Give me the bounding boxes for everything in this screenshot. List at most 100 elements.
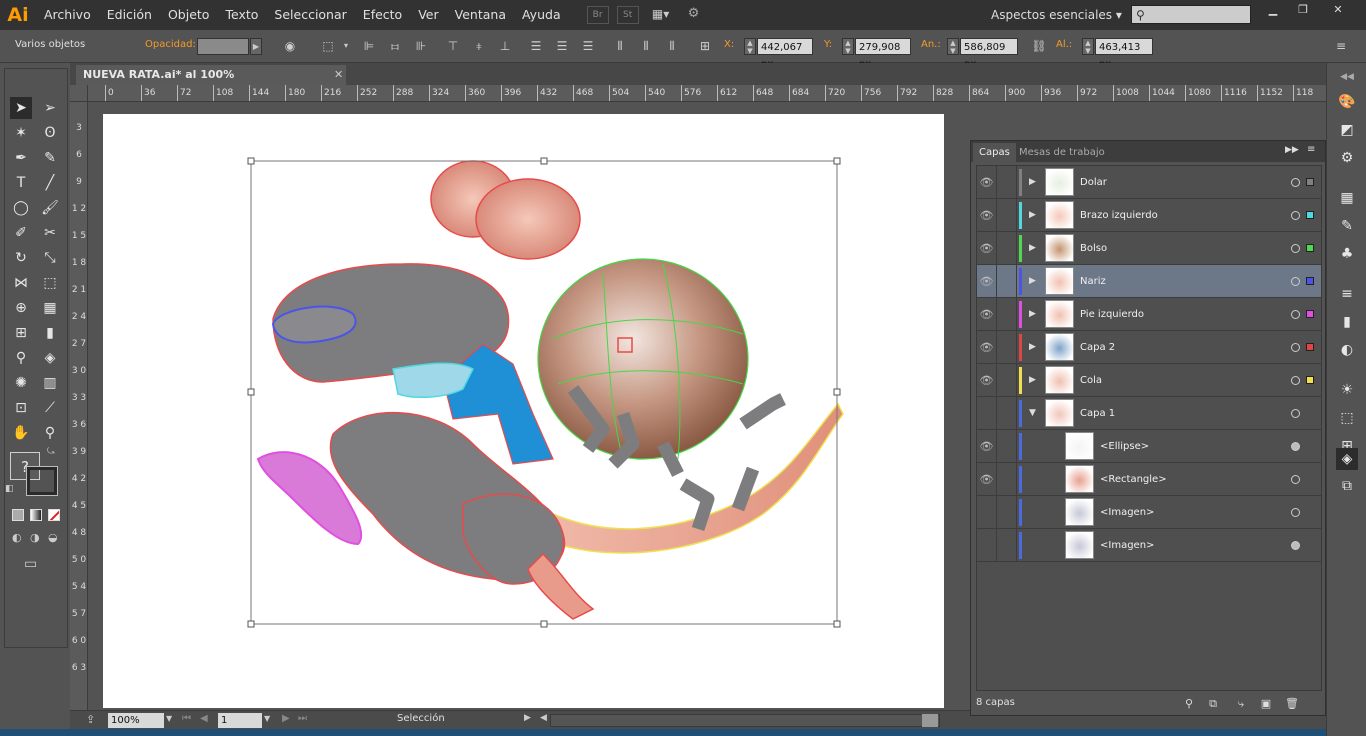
color-mode-icon[interactable] bbox=[12, 509, 24, 521]
export-icon[interactable]: ⇪ bbox=[86, 713, 95, 726]
visibility-toggle-icon[interactable]: 👁 bbox=[977, 331, 997, 364]
gradient-tool-icon[interactable]: ▮ bbox=[39, 322, 61, 344]
target-circle-icon[interactable] bbox=[1291, 442, 1300, 451]
align-bottom-icon[interactable]: ⊥ bbox=[497, 38, 513, 54]
direct-selection-tool-icon[interactable]: ➢ bbox=[39, 97, 61, 119]
column-graph-tool-icon[interactable]: ▥ bbox=[39, 372, 61, 394]
layer-row[interactable]: 👁 ▶ Dolar bbox=[977, 166, 1321, 199]
width-field[interactable]: 586,809 px bbox=[960, 38, 1018, 70]
document-tab[interactable]: NUEVA RATA.ai* al 100% (RGB/Previsualiza… bbox=[76, 65, 346, 101]
color-panel-icon[interactable]: 🎨 bbox=[1336, 91, 1358, 113]
distribute-hcenter-icon[interactable]: ⫴ bbox=[638, 38, 654, 54]
lock-toggle[interactable] bbox=[997, 397, 1017, 430]
layer-name[interactable]: Pie izquierdo bbox=[1080, 298, 1144, 331]
expand-arrow-icon[interactable]: ▶ bbox=[1029, 298, 1036, 331]
sublayer-row[interactable]: <Imagen> bbox=[977, 529, 1321, 562]
opacity-label[interactable]: Opacidad: bbox=[145, 39, 196, 50]
visibility-toggle-icon[interactable] bbox=[977, 397, 997, 430]
visibility-toggle-icon[interactable]: 👁 bbox=[977, 463, 997, 496]
create-sublayer-icon[interactable]: ⤷ bbox=[1233, 696, 1249, 712]
distribute-vcenter-icon[interactable]: ☰ bbox=[554, 38, 570, 54]
brushes-icon[interactable]: ✎ bbox=[1336, 215, 1358, 237]
layer-name[interactable]: Brazo izquierdo bbox=[1080, 199, 1158, 232]
layer-row[interactable]: 👁 ▶ Cola bbox=[977, 364, 1321, 397]
height-field[interactable]: 463,413 px bbox=[1095, 38, 1153, 70]
graphic-styles-icon[interactable]: ☀ bbox=[1336, 379, 1358, 401]
layer-name[interactable]: <Imagen> bbox=[1100, 529, 1154, 562]
visibility-toggle-icon[interactable]: 👁 bbox=[977, 265, 997, 298]
lock-toggle[interactable] bbox=[997, 232, 1017, 265]
layer-name[interactable]: Nariz bbox=[1080, 265, 1106, 298]
align-hcenter-icon[interactable]: ⧦ bbox=[387, 38, 403, 54]
visibility-toggle-icon[interactable]: 👁 bbox=[977, 298, 997, 331]
panel-menu-icon[interactable]: ≡ bbox=[1307, 144, 1315, 155]
selection-color-square[interactable] bbox=[1306, 310, 1314, 318]
artwork[interactable] bbox=[103, 114, 944, 708]
shape-builder-tool-icon[interactable]: ⊕ bbox=[10, 297, 32, 319]
target-circle-icon[interactable] bbox=[1291, 541, 1300, 550]
x-stepper[interactable]: ▲ ▼ bbox=[744, 38, 756, 55]
free-transform-tool-icon[interactable]: ⬚ bbox=[39, 272, 61, 294]
select-similar-dropdown[interactable]: ▾ bbox=[338, 38, 354, 54]
distribute-bottom-icon[interactable]: ☰ bbox=[580, 38, 596, 54]
align-right-icon[interactable]: ⊪ bbox=[413, 38, 429, 54]
width-tool-icon[interactable]: ⋈ bbox=[10, 272, 32, 294]
previous-artboard-icon[interactable]: ◀ bbox=[200, 713, 208, 724]
target-circle-icon[interactable] bbox=[1291, 277, 1300, 286]
horizontal-ruler[interactable]: 0 36 72 108 144 180 216 252 288 324 360 396 432 468 50… bbox=[88, 85, 1326, 102]
slice-tool-icon[interactable]: ⟋ bbox=[39, 397, 61, 419]
appearance-icon[interactable]: ⚙ bbox=[1336, 147, 1358, 169]
gradient-panel-icon[interactable]: ▮ bbox=[1336, 311, 1358, 333]
export-assets-icon[interactable]: ⬚ bbox=[1336, 407, 1358, 429]
selection-color-square[interactable] bbox=[1306, 343, 1314, 351]
expand-arrow-icon[interactable]: ▶ bbox=[1029, 331, 1036, 364]
layer-name[interactable]: <Imagen> bbox=[1100, 496, 1154, 529]
layer-row[interactable]: 👁 ▶ Nariz bbox=[977, 265, 1321, 298]
screen-mode-icon[interactable]: ▭ bbox=[24, 556, 37, 572]
gpu-performance-icon[interactable]: ⚙ bbox=[683, 6, 705, 24]
opacity-dropdown[interactable]: ▶ bbox=[250, 38, 262, 55]
target-circle-icon[interactable] bbox=[1291, 244, 1300, 253]
curvature-tool-icon[interactable]: ✎ bbox=[39, 147, 61, 169]
symbols-icon[interactable]: ♣ bbox=[1336, 243, 1358, 265]
delete-layer-icon[interactable]: 🗑 bbox=[1284, 696, 1300, 712]
transparency-icon[interactable]: ◐ bbox=[1336, 339, 1358, 361]
layer-name[interactable]: <Rectangle> bbox=[1100, 463, 1167, 496]
scale-tool-icon[interactable]: ⤡ bbox=[39, 247, 61, 269]
menu-ayuda[interactable]: Ayuda bbox=[514, 0, 569, 30]
layer-name[interactable]: <Ellipse> bbox=[1100, 430, 1149, 463]
sublayer-row[interactable]: 👁 <Rectangle> bbox=[977, 463, 1321, 496]
zoom-field[interactable]: 100% bbox=[108, 713, 164, 728]
layer-row[interactable]: 👁 ▶ Capa 2 bbox=[977, 331, 1321, 364]
lock-toggle[interactable] bbox=[997, 298, 1017, 331]
status-menu-icon[interactable]: ▶ bbox=[524, 713, 531, 723]
magic-wand-tool-icon[interactable]: ✶ bbox=[10, 122, 32, 144]
artboards-panel-icon[interactable]: ⧉ bbox=[1336, 475, 1358, 497]
layer-name[interactable]: Bolso bbox=[1080, 232, 1107, 265]
y-field[interactable]: 279,908 px bbox=[855, 38, 911, 70]
artboard-dropdown-icon[interactable]: ▼ bbox=[264, 714, 270, 723]
recolor-icon[interactable]: ◉ bbox=[282, 38, 298, 54]
target-circle-icon[interactable] bbox=[1291, 178, 1300, 187]
layer-row[interactable]: 👁 ▶ Bolso bbox=[977, 232, 1321, 265]
none-mode-icon[interactable] bbox=[48, 509, 60, 521]
tab-capas[interactable]: Capas bbox=[973, 143, 1016, 162]
visibility-toggle-icon[interactable] bbox=[977, 529, 997, 562]
selection-color-square[interactable] bbox=[1306, 244, 1314, 252]
layers-panel-icon[interactable]: ◈ bbox=[1336, 448, 1358, 470]
blob-brush-tool-icon[interactable]: ✐ bbox=[10, 222, 32, 244]
menu-edicion[interactable]: Edición bbox=[99, 0, 160, 30]
vertical-ruler[interactable]: 3691 21 51 82 12 42 73 03 33 63 94 24 54… bbox=[70, 102, 88, 710]
menu-ver[interactable]: Ver bbox=[410, 0, 446, 30]
visibility-toggle-icon[interactable]: 👁 bbox=[977, 166, 997, 199]
scroll-left-icon[interactable]: ◀ bbox=[540, 713, 547, 723]
distribute-right-icon[interactable]: ⫴ bbox=[664, 38, 680, 54]
lasso-tool-icon[interactable]: ʘ bbox=[39, 122, 61, 144]
selection-color-square[interactable] bbox=[1306, 376, 1314, 384]
collapse-panel-icon[interactable]: ▶▶ bbox=[1285, 145, 1299, 155]
selection-color-square[interactable] bbox=[1306, 178, 1314, 186]
target-circle-icon[interactable] bbox=[1291, 409, 1300, 418]
ruler-origin[interactable] bbox=[70, 85, 88, 102]
expand-arrow-icon[interactable]: ▶ bbox=[1029, 265, 1036, 298]
sublayer-row[interactable]: 👁 <Ellipse> bbox=[977, 430, 1321, 463]
